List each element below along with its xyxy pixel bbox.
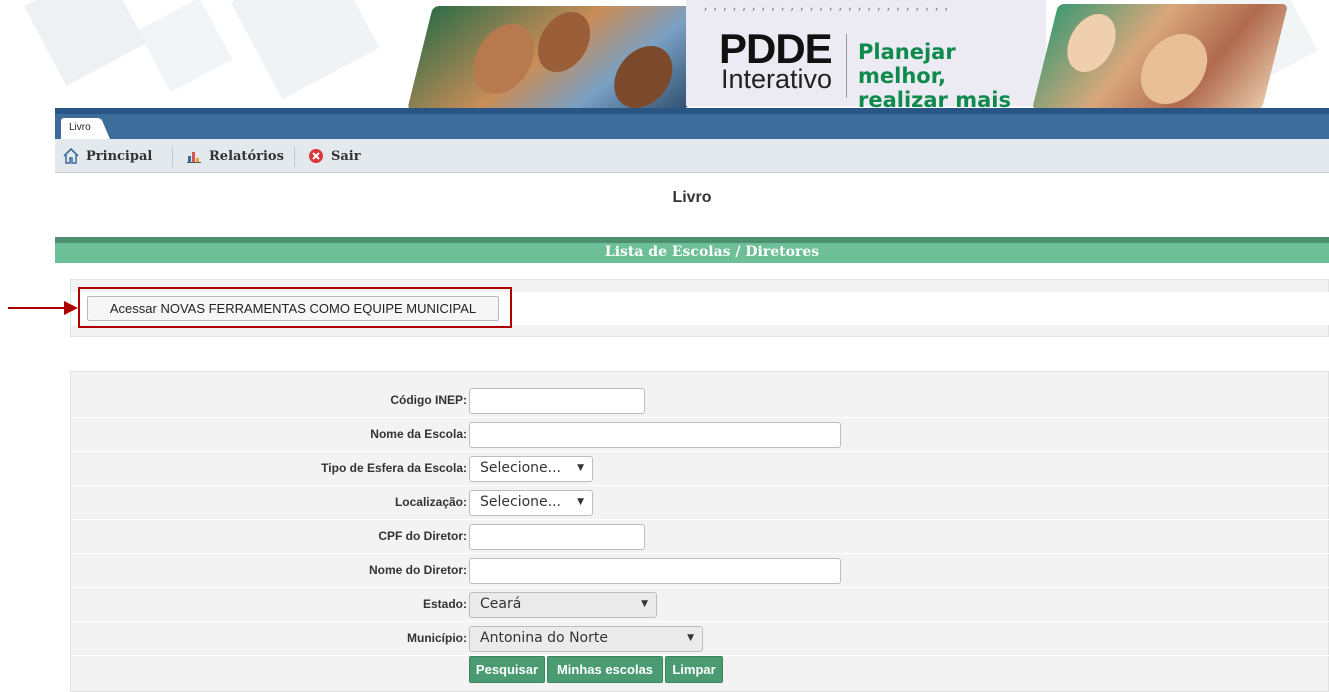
pdde-logo: ʼʼʼʼʼʼʼʼʼʼʼʼʼʼʼʼʼʼʼʼʼʼʼʼʼʼ PDDE Interati… xyxy=(686,0,1046,108)
location-label: Localização: xyxy=(394,495,467,509)
menu-relatorios[interactable]: Relatórios xyxy=(185,147,284,165)
director-name-input[interactable] xyxy=(469,558,841,584)
section-header: Lista de Escolas / Diretores xyxy=(55,237,1329,263)
logo-divider xyxy=(846,34,847,98)
chart-icon xyxy=(185,147,203,165)
sphere-select-value: Selecione... xyxy=(480,460,561,476)
slogan: Planejar melhor, realizar mais xyxy=(858,40,1046,108)
form-row-school-name: Nome da Escola: xyxy=(71,418,1329,452)
state-select-value: Ceará xyxy=(480,596,522,612)
inep-label: Código INEP: xyxy=(390,393,467,407)
banner-decoration xyxy=(137,0,233,93)
slogan-line-2: realizar mais xyxy=(858,88,1011,108)
form-row-location: Localização: Selecione... ▼ xyxy=(71,486,1329,520)
director-name-label: Nome do Diretor: xyxy=(368,563,467,577)
home-icon xyxy=(62,147,80,165)
chevron-down-icon: ▼ xyxy=(687,633,694,643)
form-row-state: Estado: Ceará ▼ xyxy=(71,588,1329,622)
school-name-input[interactable] xyxy=(469,422,841,448)
banner-decoration xyxy=(230,0,380,100)
chevron-down-icon: ▼ xyxy=(577,463,584,473)
form-row-director-name: Nome do Diretor: xyxy=(71,554,1329,588)
menu-principal-label: Principal xyxy=(86,148,153,164)
cpf-label: CPF do Diretor: xyxy=(378,529,467,543)
logo-subtitle: Interativo xyxy=(721,64,833,94)
my-schools-button[interactable]: Minhas escolas xyxy=(547,656,663,683)
menu-separator xyxy=(172,147,173,167)
tab-livro[interactable]: Livro xyxy=(61,118,110,139)
page-title: Livro xyxy=(672,189,712,206)
clear-button[interactable]: Limpar xyxy=(665,656,723,683)
sphere-select[interactable]: Selecione... ▼ xyxy=(469,456,593,482)
menu-bar: Principal Relatórios Sair xyxy=(55,139,1329,173)
banner-photo-right xyxy=(1031,4,1289,108)
page: ʼʼʼʼʼʼʼʼʼʼʼʼʼʼʼʼʼʼʼʼʼʼʼʼʼʼ PDDE Interati… xyxy=(0,0,1329,692)
sphere-label: Tipo de Esfera da Escola: xyxy=(321,461,467,475)
location-select-value: Selecione... xyxy=(480,494,561,510)
form-row-municipality: Município: Antonina do Norte ▼ xyxy=(71,622,1329,656)
form-row-inep: Código INEP: xyxy=(71,384,1329,418)
cpf-input[interactable] xyxy=(469,524,645,550)
state-label: Estado: xyxy=(422,597,467,611)
header-banner: ʼʼʼʼʼʼʼʼʼʼʼʼʼʼʼʼʼʼʼʼʼʼʼʼʼʼ PDDE Interati… xyxy=(0,0,1329,108)
exit-icon xyxy=(307,147,325,165)
arrow-head-icon xyxy=(64,301,78,315)
chevron-down-icon: ▼ xyxy=(577,497,584,507)
menu-principal[interactable]: Principal xyxy=(62,147,152,165)
municipality-select[interactable]: Antonina do Norte ▼ xyxy=(469,626,703,652)
annotation-arrow-icon xyxy=(8,307,66,309)
municipality-label: Município: xyxy=(407,631,467,645)
menu-separator xyxy=(294,147,295,167)
notebook-spiral: ʼʼʼʼʼʼʼʼʼʼʼʼʼʼʼʼʼʼʼʼʼʼʼʼʼʼ xyxy=(702,6,953,19)
search-form: Código INEP: Nome da Escola: Tipo de Esf… xyxy=(70,371,1329,692)
state-select[interactable]: Ceará ▼ xyxy=(469,592,657,618)
chevron-down-icon: ▼ xyxy=(641,599,648,609)
school-name-label: Nome da Escola: xyxy=(370,427,467,441)
banner-photo-left xyxy=(407,6,713,108)
municipality-select-value: Antonina do Norte xyxy=(480,630,608,646)
search-button[interactable]: Pesquisar xyxy=(469,656,545,683)
slogan-line-1: Planejar melhor, xyxy=(858,40,956,88)
tab-bar: Livro xyxy=(55,108,1329,139)
inep-input[interactable] xyxy=(469,388,645,414)
form-row-sphere: Tipo de Esfera da Escola: Selecione... ▼ xyxy=(71,452,1329,486)
form-row-cpf: CPF do Diretor: xyxy=(71,520,1329,554)
menu-sair[interactable]: Sair xyxy=(307,147,361,165)
highlight-box xyxy=(78,287,512,328)
menu-relatorios-label: Relatórios xyxy=(209,148,284,164)
banner-decoration xyxy=(24,0,146,86)
location-select[interactable]: Selecione... ▼ xyxy=(469,490,593,516)
menu-sair-label: Sair xyxy=(331,148,361,164)
